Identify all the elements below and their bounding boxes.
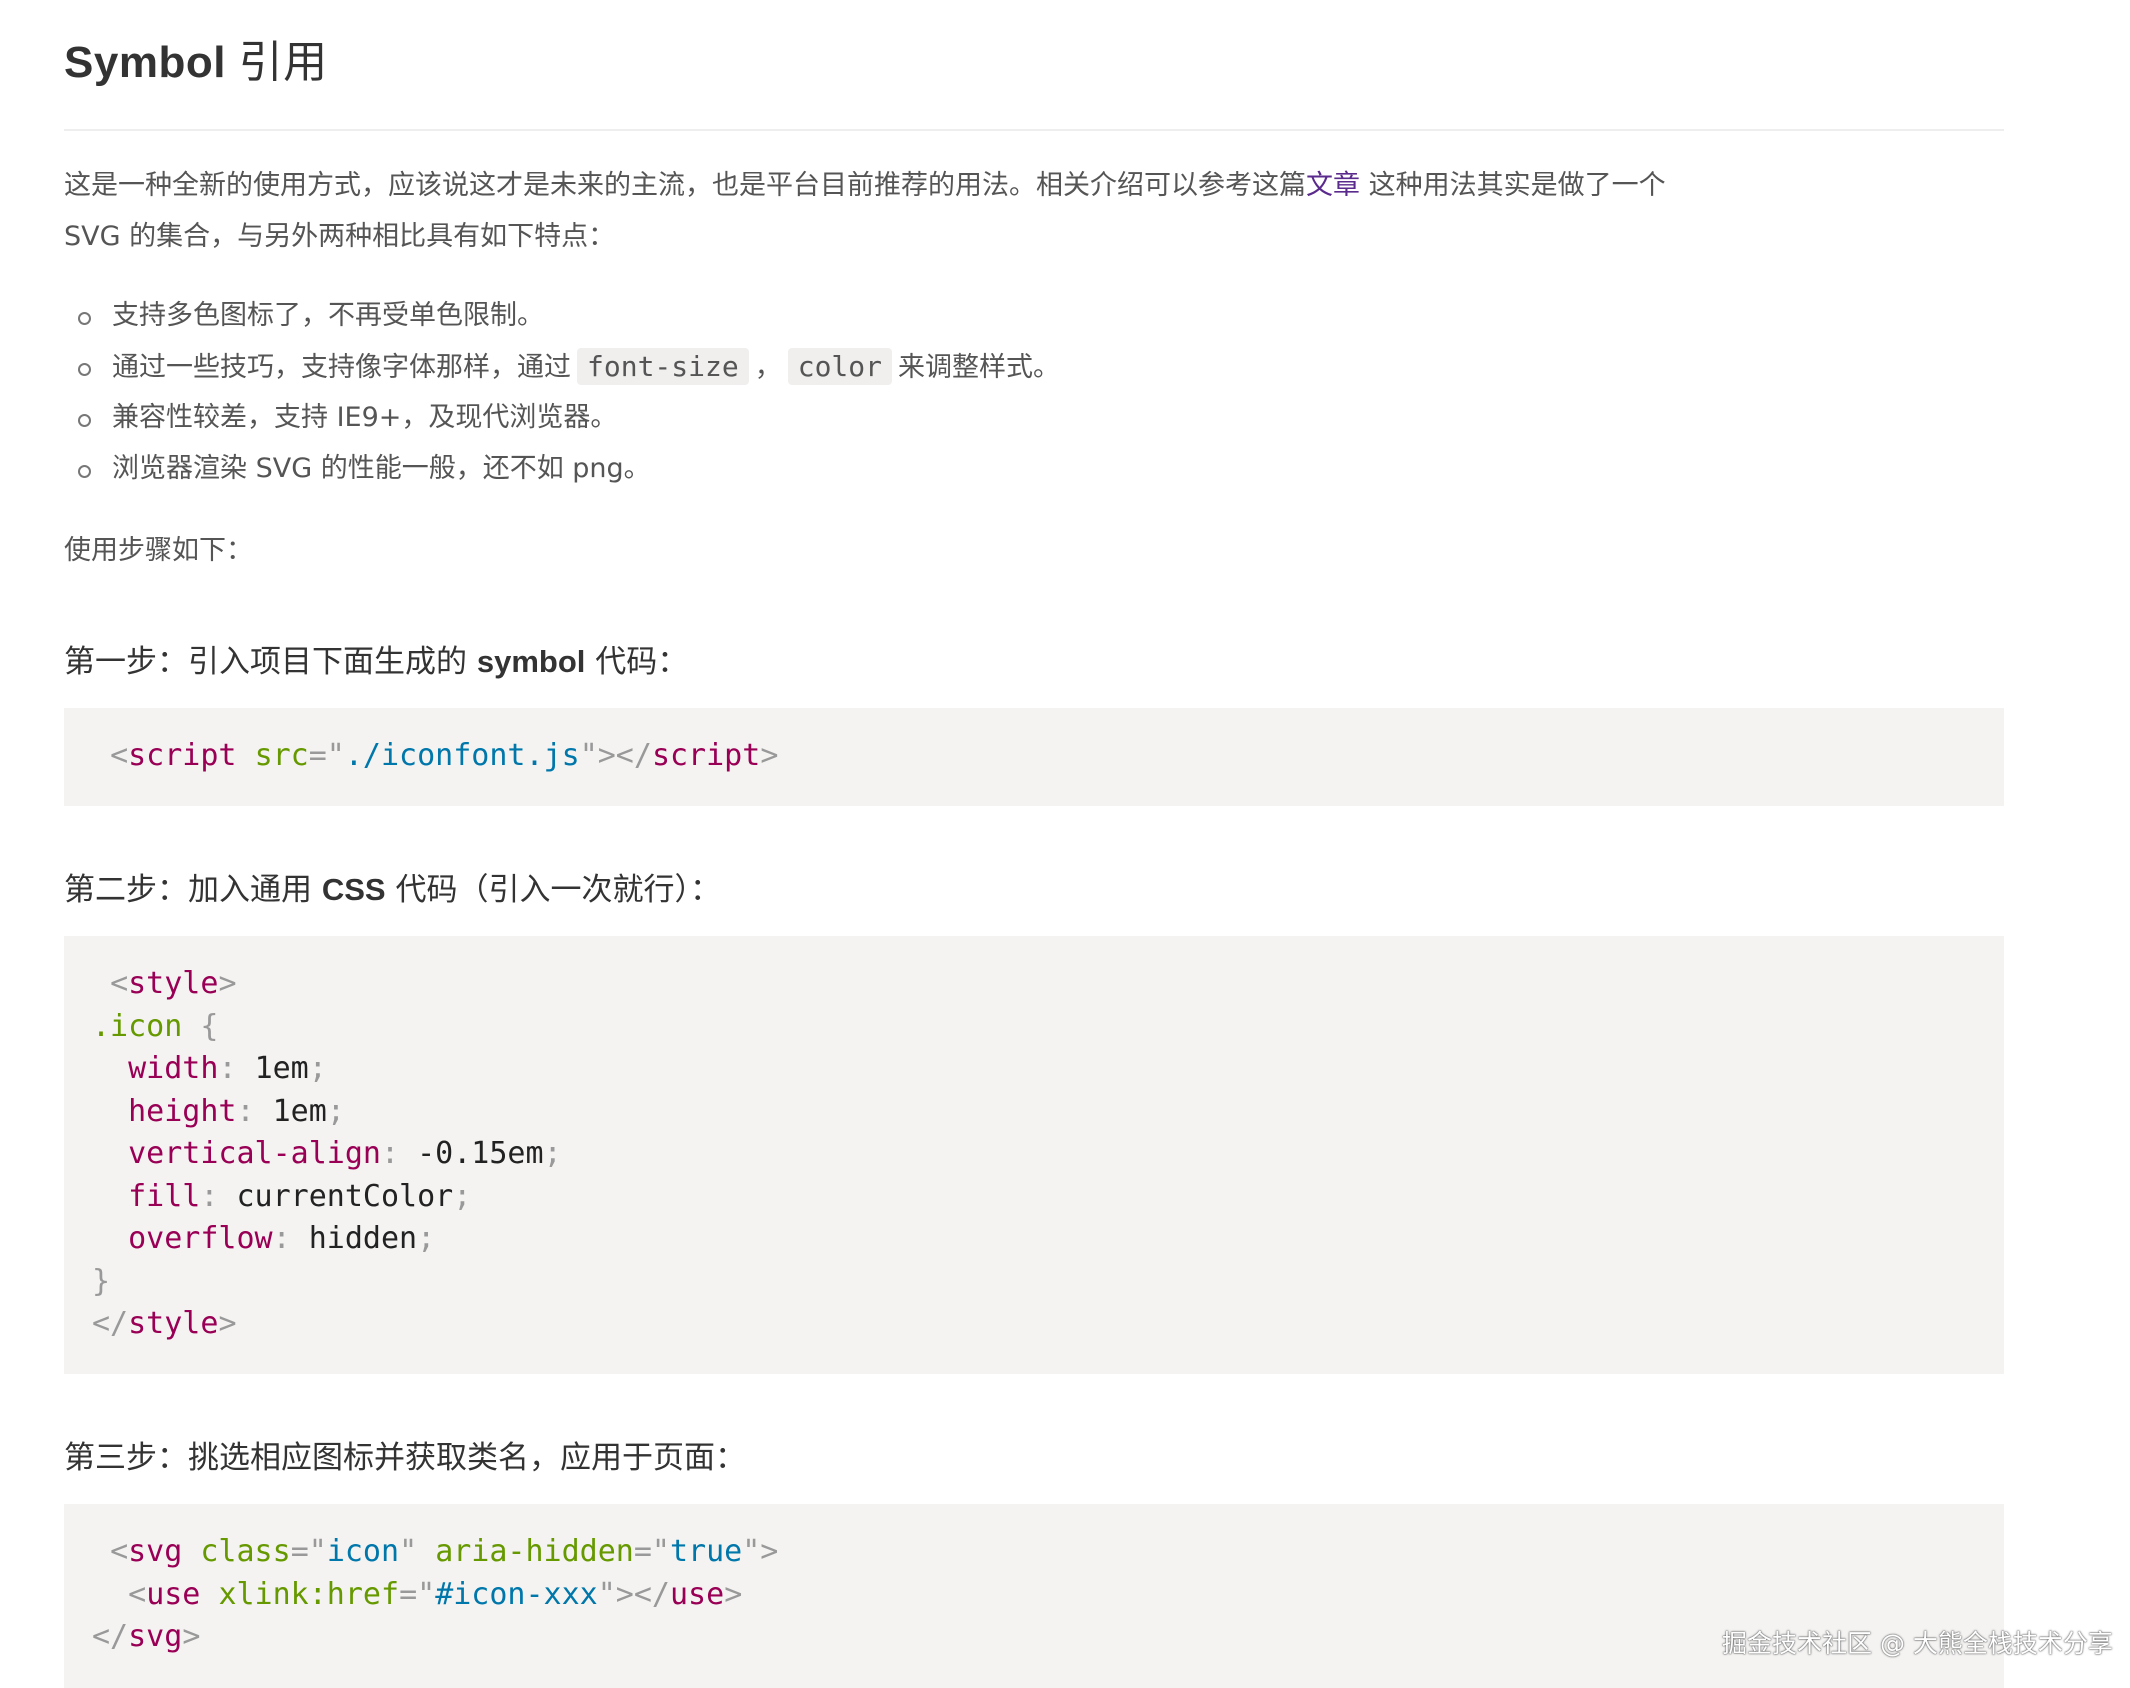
list-item: 支持多色图标了，不再受单色限制。 (64, 290, 1060, 341)
intro-paragraph: 这是一种全新的使用方式，应该说这才是未来的主流，也是平台目前推荐的用法。相关介绍… (64, 170, 1666, 252)
code-block-svg: <svg class="icon" aria-hidden="true"> <u… (64, 1504, 2004, 1688)
code-block-script: <script src="./iconfont.js"></script> (64, 708, 2004, 806)
article-link[interactable]: 文章 (1306, 170, 1360, 201)
list-item: 兼容性较差，支持 IE9+，及现代浏览器。 (64, 392, 1060, 443)
step-1-heading: 第一步：引入项目下面生成的 symbol 代码： (64, 644, 689, 680)
inline-code-font-size: font-size (577, 348, 749, 385)
bullet-icon (78, 465, 91, 478)
bullet-icon (78, 414, 91, 427)
bullet-icon (78, 363, 91, 376)
list-item: 通过一些技巧，支持像字体那样，通过 font-size， color 来调整样式。 (64, 341, 1060, 392)
page-title: Symbol 引用 (64, 37, 328, 88)
watermark: 掘金技术社区 @ 大熊全栈技术分享 (1722, 1629, 2113, 1658)
steps-intro: 使用步骤如下： (64, 535, 253, 566)
step-3-heading: 第三步：挑选相应图标并获取类名，应用于页面： (64, 1440, 746, 1476)
inline-code-color: color (787, 348, 893, 385)
code-block-css: <style> .icon { width: 1em; height: 1em;… (64, 936, 2004, 1374)
feature-list: 支持多色图标了，不再受单色限制。 通过一些技巧，支持像字体那样，通过 font-s… (64, 290, 1060, 494)
step-2-heading: 第二步：加入通用 CSS 代码（引入一次就行）： (64, 872, 721, 908)
title-divider (64, 129, 2004, 131)
bullet-icon (78, 312, 91, 325)
list-item: 浏览器渲染 SVG 的性能一般，还不如 png。 (64, 443, 1060, 494)
